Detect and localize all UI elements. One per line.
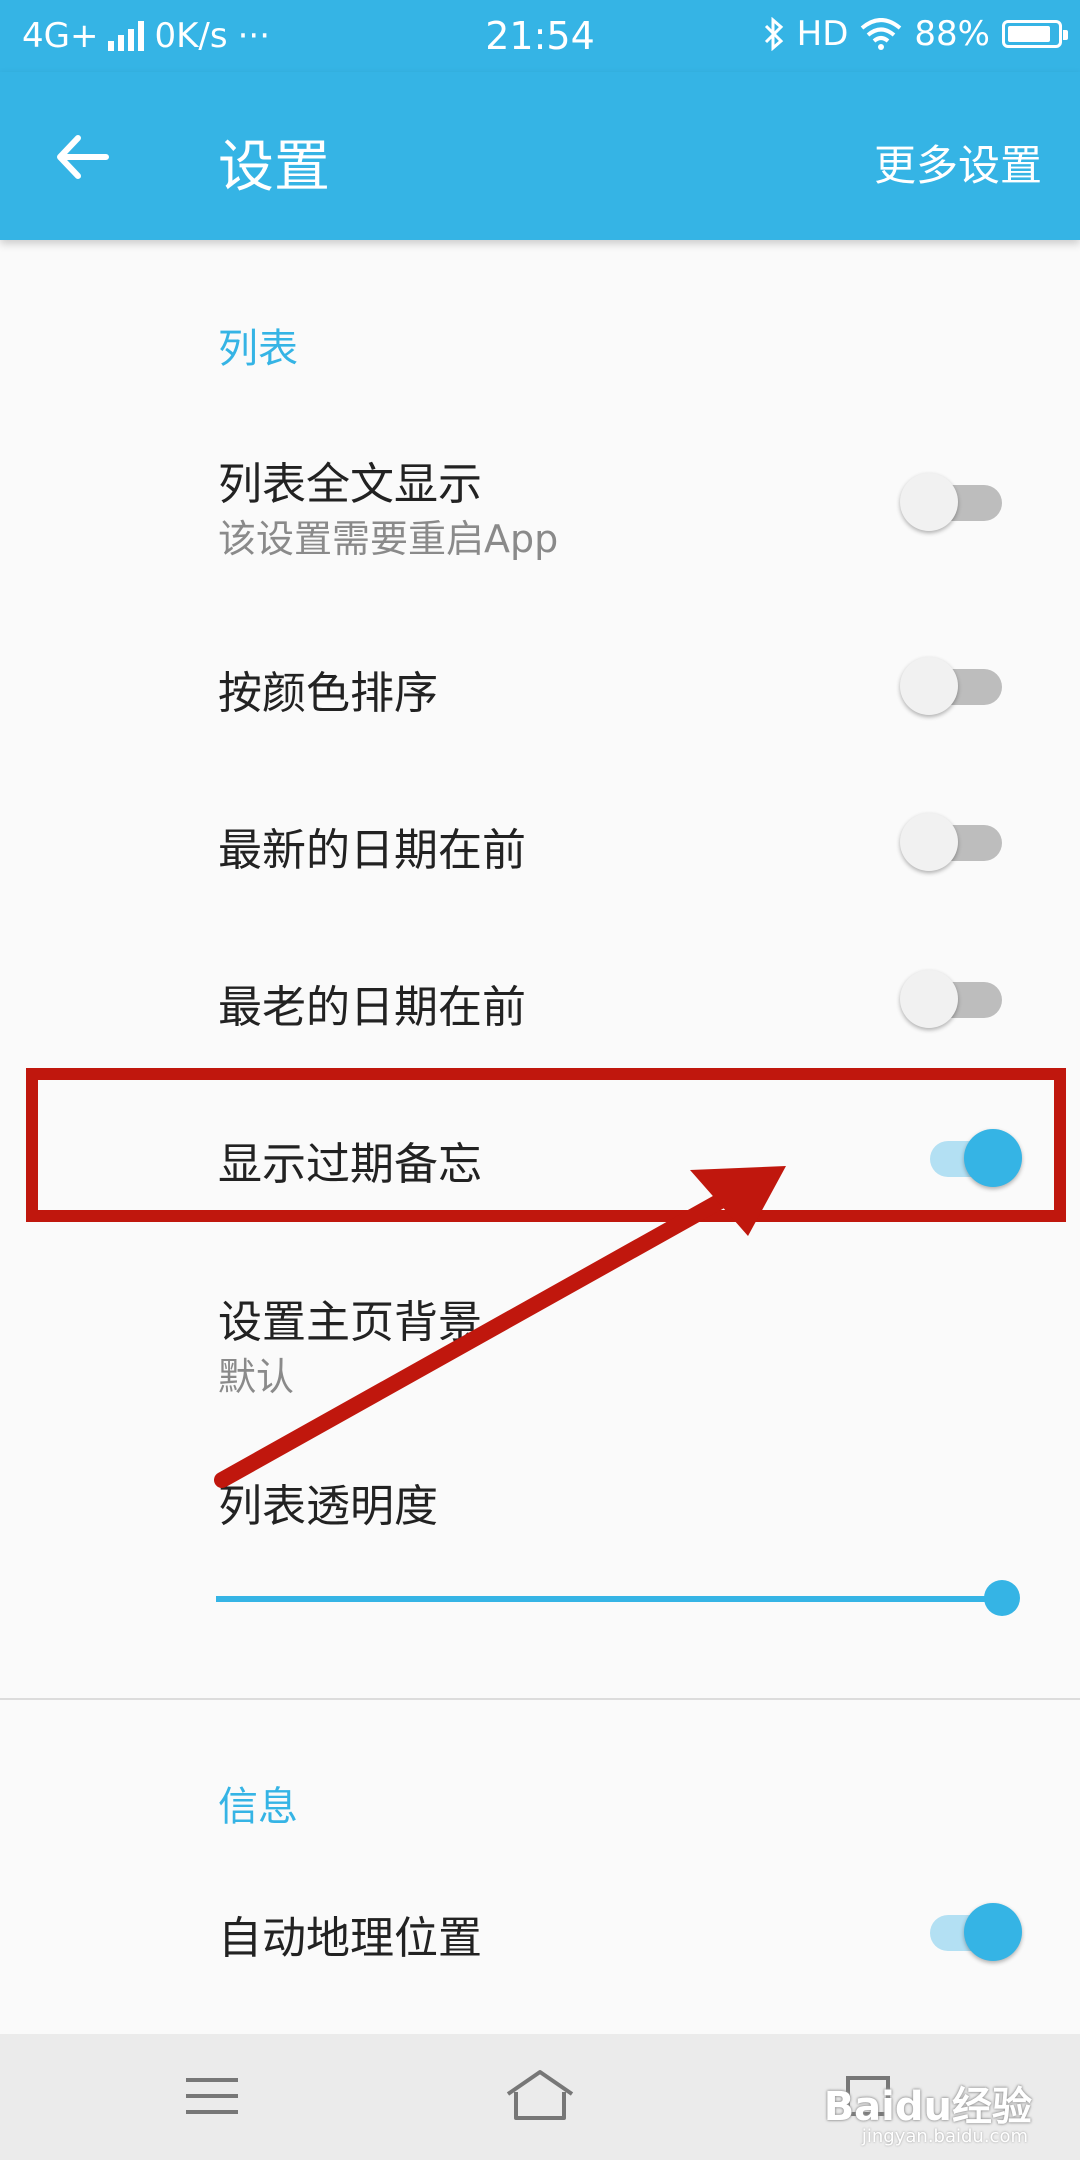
setting-title: 列表全文显示 (218, 459, 482, 510)
highlight-annotation-box (26, 1068, 1066, 1222)
setting-title: 最老的日期在前 (218, 982, 526, 1033)
setting-title: 最新的日期在前 (218, 825, 526, 876)
menu-icon[interactable] (172, 2064, 252, 2128)
setting-subtitle: 该设置需要重启App (218, 517, 559, 561)
setting-title: 按颜色排序 (218, 668, 438, 719)
battery-fill (1008, 26, 1050, 42)
toggle-switch[interactable] (912, 1893, 1022, 1963)
setting-title: 自动地理位置 (218, 1913, 482, 1964)
more-settings-button[interactable]: 更多设置 (874, 132, 1042, 193)
status-bar: 4G+ 0K/s ··· 21:54 HD 88% (0, 0, 1080, 72)
back-arrow-icon[interactable] (50, 122, 120, 192)
setting-title: 设置主页背景 (218, 1297, 482, 1348)
slider-fill (216, 1596, 1002, 1602)
hd-indicator: HD (796, 14, 849, 54)
transparency-slider[interactable] (216, 1578, 1020, 1618)
app-toolbar: 设置 更多设置 (0, 72, 1080, 240)
system-nav-bar: Baidu经验 jingyan.baidu.com (0, 2034, 1080, 2160)
baidu-watermark-url: jingyan.baidu.com (861, 2126, 1028, 2147)
section-header-info: 信息 (218, 1784, 298, 1830)
setting-title: 列表透明度 (218, 1481, 438, 1532)
slider-handle[interactable] (984, 1580, 1020, 1616)
bluetooth-icon (764, 17, 783, 51)
home-icon[interactable] (500, 2064, 580, 2128)
setting-value: 默认 (218, 1355, 295, 1399)
status-right: HD 88% (763, 14, 1068, 54)
page-title: 设置 (218, 135, 330, 200)
battery-icon (1002, 20, 1068, 48)
section-divider (0, 1698, 1080, 1700)
toggle-switch[interactable] (900, 960, 1010, 1030)
baidu-watermark: Baidu经验 (823, 2084, 1032, 2130)
toggle-switch[interactable] (900, 463, 1010, 533)
toggle-switch[interactable] (900, 803, 1010, 873)
toggle-switch[interactable] (900, 647, 1010, 717)
wifi-icon (861, 18, 902, 50)
section-header-list: 列表 (218, 326, 298, 372)
battery-percent: 88% (914, 14, 990, 54)
